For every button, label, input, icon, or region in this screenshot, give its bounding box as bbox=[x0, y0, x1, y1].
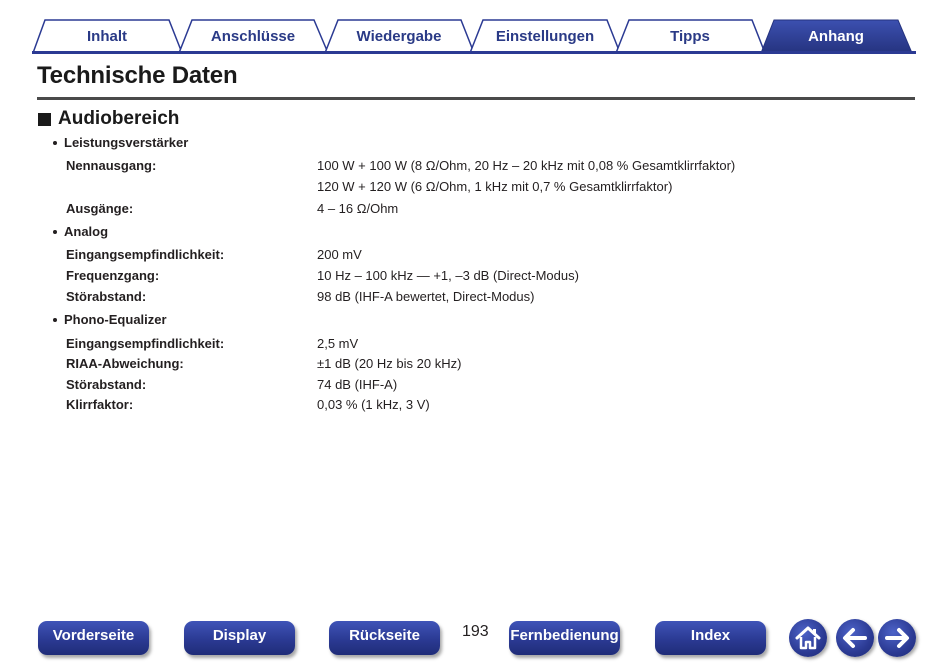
group-heading-label: Phono-Equalizer bbox=[64, 312, 167, 327]
forward-arrow-icon bbox=[885, 628, 909, 648]
bullet-icon bbox=[53, 317, 57, 322]
index-button[interactable]: Index bbox=[655, 621, 766, 655]
spec-label-riaa-abweichung: RIAA-Abweichung: bbox=[66, 356, 184, 371]
bullet-icon bbox=[53, 140, 57, 145]
display-button[interactable]: Display bbox=[184, 621, 295, 655]
page-number: 193 bbox=[462, 623, 489, 640]
back-button[interactable] bbox=[836, 619, 874, 657]
group-heading-label: Analog bbox=[64, 224, 109, 239]
spec-label-klirrfaktor: Klirrfaktor: bbox=[66, 397, 134, 412]
back-arrow-icon bbox=[843, 628, 867, 648]
tab-wiedergabe[interactable]: Wiedergabe bbox=[337, 24, 461, 50]
spec-value-nennausgang-1: 100 W + 100 W (8 Ω/Ohm, 20 Hz – 20 kHz m… bbox=[317, 158, 736, 173]
spec-label-frequenzgang: Frequenzgang: bbox=[66, 268, 160, 283]
group-heading-phono-equalizer: Phono-Equalizer bbox=[53, 312, 167, 327]
bullet-icon bbox=[53, 229, 57, 234]
home-icon bbox=[795, 626, 821, 650]
page-title: Technische Daten bbox=[37, 62, 238, 89]
tab-inhalt[interactable]: Inhalt bbox=[46, 24, 168, 50]
tab-tipps[interactable]: Tipps bbox=[628, 24, 752, 50]
spec-value-frequenzgang: 10 Hz – 100 kHz — +1, –3 dB (Direct-Modu… bbox=[317, 268, 579, 283]
spec-value-eingangsempfindlichkeit: 200 mV bbox=[317, 247, 362, 262]
group-heading-leistungsverstaerker: Leistungsverstärker bbox=[53, 135, 188, 150]
spec-label-eingangsempfindlichkeit: Eingangsempfindlichkeit: bbox=[66, 336, 225, 351]
spec-label-nennausgang: Nennausgang: bbox=[66, 158, 157, 173]
section-square-icon bbox=[38, 112, 51, 126]
group-heading-label: Leistungsverstärker bbox=[64, 135, 189, 150]
tab-bar: Inhalt Anschlüsse Wiedergabe Einstellung… bbox=[32, 18, 916, 54]
front-page-button[interactable]: Vorderseite bbox=[38, 621, 149, 655]
spec-label-eingangsempfindlichkeit: Eingangsempfindlichkeit: bbox=[66, 247, 225, 262]
spec-label-stoerabstand: Störabstand: bbox=[66, 377, 147, 392]
section-title: Audiobereich bbox=[58, 108, 180, 129]
tab-einstellungen[interactable]: Einstellungen bbox=[483, 24, 607, 50]
group-heading-analog: Analog bbox=[53, 224, 108, 239]
tab-anhang[interactable]: Anhang bbox=[774, 24, 898, 50]
home-button[interactable] bbox=[789, 619, 827, 657]
spec-label-ausgaenge: Ausgänge: bbox=[66, 201, 134, 216]
spec-value-klirrfaktor: 0,03 % (1 kHz, 3 V) bbox=[317, 397, 430, 412]
rear-panel-button[interactable]: Rückseite bbox=[329, 621, 440, 655]
spec-value-eingangsempfindlichkeit: 2,5 mV bbox=[317, 336, 359, 351]
spec-value-ausgaenge: 4 – 16 Ω/Ohm bbox=[317, 201, 399, 216]
title-divider bbox=[37, 97, 915, 100]
spec-label-stoerabstand: Störabstand: bbox=[66, 289, 147, 304]
tab-baseline bbox=[32, 51, 916, 54]
tab-anschluesse[interactable]: Anschlüsse bbox=[192, 24, 314, 50]
spec-value-stoerabstand: 98 dB (IHF-A bewertet, Direct-Modus) bbox=[317, 289, 535, 304]
spec-value-nennausgang-2: 120 W + 120 W (6 Ω/Ohm, 1 kHz mit 0,7 % … bbox=[317, 179, 673, 194]
remote-control-button[interactable]: Fernbedienung bbox=[509, 621, 620, 655]
spec-value-riaa-abweichung: ±1 dB (20 Hz bis 20 kHz) bbox=[317, 356, 462, 371]
forward-button[interactable] bbox=[878, 619, 916, 657]
spec-value-stoerabstand: 74 dB (IHF-A) bbox=[317, 377, 398, 392]
section-heading: Audiobereich bbox=[38, 108, 179, 130]
